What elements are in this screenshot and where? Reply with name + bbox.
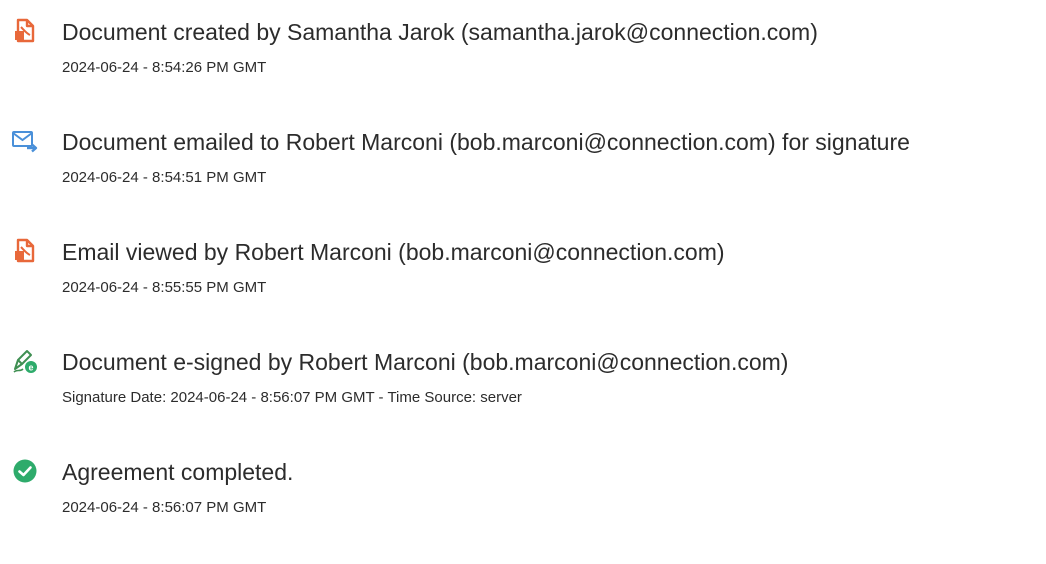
event-timestamp: 2024-06-24 - 8:54:26 PM GMT xyxy=(62,59,267,76)
email-sent-icon xyxy=(12,131,38,153)
event-timestamp: 2024-06-24 - 8:54:51 PM GMT xyxy=(62,169,267,186)
svg-text:e: e xyxy=(28,363,33,373)
history-event-created: Document created by Samantha Jarok (sama… xyxy=(12,14,1042,124)
event-timestamp: 2024-06-24 - 8:55:55 PM GMT xyxy=(62,279,267,296)
history-event-emailed: Document emailed to Robert Marconi (bob.… xyxy=(12,124,1042,234)
event-timestamp: Signature Date: 2024-06-24 - 8:56:07 PM … xyxy=(62,389,522,406)
event-title: Document emailed to Robert Marconi (bob.… xyxy=(62,129,910,155)
history-event-signed: e Document e-signed by Robert Marconi (b… xyxy=(12,344,1042,454)
document-icon xyxy=(15,18,35,43)
e-sign-pen-icon: e xyxy=(13,350,37,373)
event-title: Email viewed by Robert Marconi (bob.marc… xyxy=(62,239,725,265)
event-title: Agreement completed. xyxy=(62,459,294,485)
history-event-viewed: Email viewed by Robert Marconi (bob.marc… xyxy=(12,234,1042,344)
history-event-completed: Agreement completed. 2024-06-24 - 8:56:0… xyxy=(12,454,1042,564)
document-icon xyxy=(15,238,35,263)
check-circle-icon xyxy=(13,459,37,483)
event-title: Document e-signed by Robert Marconi (bob… xyxy=(62,349,789,375)
event-timestamp: 2024-06-24 - 8:56:07 PM GMT xyxy=(62,499,267,516)
audit-history-list: Document created by Samantha Jarok (sama… xyxy=(12,14,1042,564)
event-title: Document created by Samantha Jarok (sama… xyxy=(62,19,818,45)
